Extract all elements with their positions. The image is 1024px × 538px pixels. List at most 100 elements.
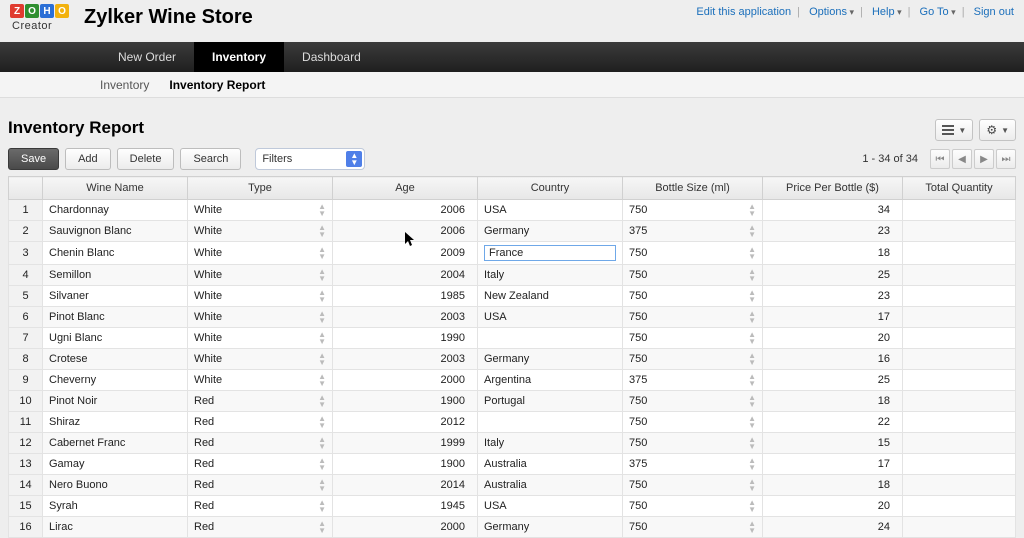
signout-link[interactable]: Sign out	[974, 6, 1014, 18]
table-cell[interactable]: Red▲▼	[188, 517, 333, 538]
stepper-icon[interactable]: ▲▼	[318, 289, 326, 303]
stepper-icon[interactable]: ▲▼	[318, 457, 326, 471]
table-cell[interactable]: 20	[763, 496, 903, 517]
table-cell[interactable]	[903, 265, 1016, 286]
table-cell[interactable]	[903, 475, 1016, 496]
table-cell[interactable]: Gamay	[43, 454, 188, 475]
table-cell[interactable]: White▲▼	[188, 307, 333, 328]
stepper-icon[interactable]: ▲▼	[748, 331, 756, 345]
table-cell[interactable]	[903, 391, 1016, 412]
table-cell[interactable]: 750▲▼	[623, 242, 763, 265]
table-cell[interactable]: 750▲▼	[623, 496, 763, 517]
table-cell[interactable]: Shiraz	[43, 412, 188, 433]
table-cell[interactable]: 375▲▼	[623, 221, 763, 242]
table-cell[interactable]: 2014	[333, 475, 478, 496]
table-cell[interactable]: 23	[763, 286, 903, 307]
delete-button[interactable]: Delete	[117, 148, 175, 170]
pager-prev-button[interactable]: ◀	[952, 149, 972, 169]
table-cell[interactable]: 15	[763, 433, 903, 454]
table-cell[interactable]: 750▲▼	[623, 328, 763, 349]
stepper-icon[interactable]: ▲▼	[318, 246, 326, 260]
table-cell[interactable]: 1900	[333, 454, 478, 475]
table-cell[interactable]: 16	[763, 349, 903, 370]
table-cell[interactable]: White▲▼	[188, 221, 333, 242]
stepper-icon[interactable]: ▲▼	[748, 310, 756, 324]
table-cell[interactable]: USA	[478, 496, 623, 517]
table-cell[interactable]: 25	[763, 370, 903, 391]
help-menu[interactable]: Help	[872, 6, 902, 18]
table-cell[interactable]: 750▲▼	[623, 433, 763, 454]
table-cell[interactable]	[903, 454, 1016, 475]
table-cell[interactable]: USA	[478, 200, 623, 221]
stepper-icon[interactable]: ▲▼	[318, 394, 326, 408]
table-cell[interactable]	[903, 517, 1016, 538]
table-cell[interactable]: 17	[763, 307, 903, 328]
table-cell[interactable]: 2003	[333, 307, 478, 328]
table-cell[interactable]: Cheverny	[43, 370, 188, 391]
stepper-icon[interactable]: ▲▼	[318, 520, 326, 534]
stepper-icon[interactable]: ▲▼	[748, 457, 756, 471]
table-cell[interactable]: 375▲▼	[623, 454, 763, 475]
table-cell[interactable]: 750▲▼	[623, 307, 763, 328]
table-cell[interactable]: 750▲▼	[623, 412, 763, 433]
table-cell[interactable]: 750▲▼	[623, 391, 763, 412]
column-header[interactable]: Age	[333, 177, 478, 200]
table-cell[interactable]: Germany	[478, 221, 623, 242]
table-cell[interactable]: White▲▼	[188, 286, 333, 307]
table-cell[interactable]: 34	[763, 200, 903, 221]
options-menu[interactable]: Options	[809, 6, 854, 18]
view-mode-button[interactable]: ▼	[935, 119, 973, 141]
table-cell[interactable]: Nero Buono	[43, 475, 188, 496]
table-cell[interactable]: White▲▼	[188, 265, 333, 286]
stepper-icon[interactable]: ▲▼	[748, 499, 756, 513]
column-header[interactable]: Total Quantity	[903, 177, 1016, 200]
table-cell[interactable]: 750▲▼	[623, 349, 763, 370]
table-cell[interactable]	[903, 433, 1016, 454]
column-header[interactable]: Type	[188, 177, 333, 200]
table-cell[interactable]: Red▲▼	[188, 391, 333, 412]
table-cell[interactable]: USA	[478, 307, 623, 328]
stepper-icon[interactable]: ▲▼	[748, 224, 756, 238]
table-cell[interactable]	[903, 286, 1016, 307]
table-cell[interactable]: 1900	[333, 391, 478, 412]
table-cell[interactable]: Red▲▼	[188, 475, 333, 496]
table-cell[interactable]	[903, 328, 1016, 349]
stepper-icon[interactable]: ▲▼	[318, 352, 326, 366]
stepper-icon[interactable]: ▲▼	[318, 373, 326, 387]
stepper-icon[interactable]: ▲▼	[748, 352, 756, 366]
column-header[interactable]	[9, 177, 43, 200]
breadcrumb-item[interactable]: Inventory Report	[169, 78, 265, 92]
pager-first-button[interactable]: ⏮	[930, 149, 950, 169]
table-cell[interactable]	[903, 221, 1016, 242]
table-cell[interactable]: 2006	[333, 221, 478, 242]
goto-menu[interactable]: Go To	[920, 6, 956, 18]
table-cell[interactable]: 2003	[333, 349, 478, 370]
table-cell[interactable]: 750▲▼	[623, 517, 763, 538]
pager-next-button[interactable]: ▶	[974, 149, 994, 169]
filters-select[interactable]: Filters ▲▼	[255, 148, 365, 170]
table-cell[interactable]: Silvaner	[43, 286, 188, 307]
table-cell[interactable]: White▲▼	[188, 328, 333, 349]
table-cell[interactable]: 2006	[333, 200, 478, 221]
table-cell[interactable]: White▲▼	[188, 242, 333, 265]
table-cell[interactable]: 750▲▼	[623, 286, 763, 307]
table-cell[interactable]: Chenin Blanc	[43, 242, 188, 265]
settings-button[interactable]: ▼	[979, 119, 1016, 141]
table-cell[interactable]: 1945	[333, 496, 478, 517]
table-cell[interactable]: Crotese	[43, 349, 188, 370]
table-cell[interactable]: Pinot Blanc	[43, 307, 188, 328]
stepper-icon[interactable]: ▲▼	[748, 268, 756, 282]
stepper-icon[interactable]: ▲▼	[318, 203, 326, 217]
table-cell[interactable]: 24	[763, 517, 903, 538]
table-cell[interactable]: Australia	[478, 454, 623, 475]
table-cell[interactable]	[903, 242, 1016, 265]
table-cell[interactable]: 18	[763, 475, 903, 496]
table-cell[interactable]: 22	[763, 412, 903, 433]
table-cell[interactable]	[903, 412, 1016, 433]
stepper-icon[interactable]: ▲▼	[748, 373, 756, 387]
stepper-icon[interactable]: ▲▼	[318, 331, 326, 345]
table-cell[interactable]: Sauvignon Blanc	[43, 221, 188, 242]
stepper-icon[interactable]: ▲▼	[748, 478, 756, 492]
table-cell[interactable]: 375▲▼	[623, 370, 763, 391]
table-cell[interactable]: Syrah	[43, 496, 188, 517]
